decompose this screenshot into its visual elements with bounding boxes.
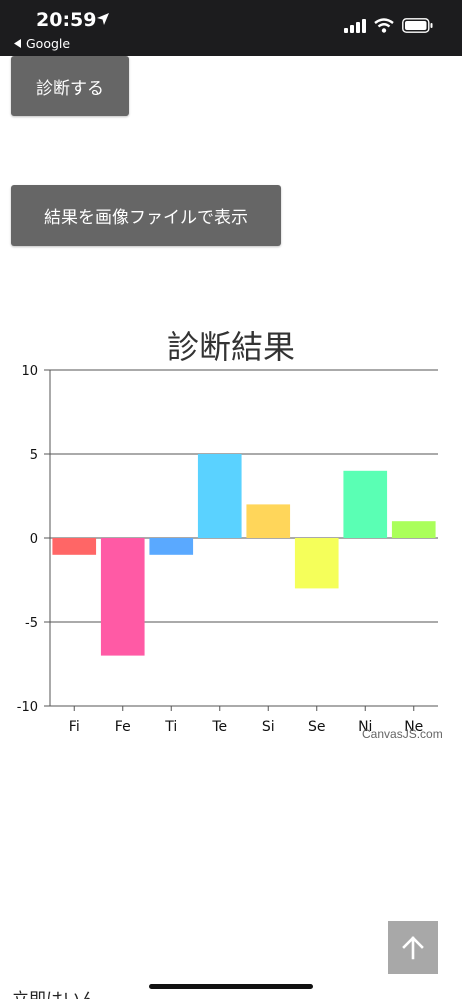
x-tick-label: Ti: [164, 719, 177, 735]
status-indicators: [344, 18, 434, 33]
x-tick-label: Si: [262, 719, 275, 735]
bar-fi: [52, 538, 97, 555]
bar-si: [246, 504, 291, 538]
y-tick-label: 0: [30, 532, 38, 547]
bar-te: [197, 454, 242, 538]
home-indicator[interactable]: [149, 984, 313, 989]
bar-fe: [100, 538, 145, 656]
bar-se: [294, 538, 339, 589]
partial-footer-text: 立即はいん: [12, 990, 97, 999]
back-link-label: Google: [26, 36, 71, 51]
y-tick-label: -10: [17, 700, 38, 715]
diagnose-button[interactable]: 診断する: [11, 56, 129, 116]
x-tick-label: Te: [211, 719, 227, 735]
chart-canvas: 1050-5-10Fi Fe Ti Te Si Se Ni Ne: [17, 364, 438, 735]
scroll-to-top-button[interactable]: [388, 921, 438, 974]
location-arrow-icon: [97, 13, 109, 25]
y-tick-label: 5: [30, 448, 38, 463]
y-tick-label: 10: [21, 364, 38, 379]
chart-credit[interactable]: CanvasJS.com: [362, 727, 443, 741]
status-time: 20:59: [36, 9, 97, 31]
back-to-google-link[interactable]: Google: [14, 36, 70, 51]
bar-ni: [343, 470, 388, 538]
wifi-icon: [374, 18, 394, 33]
y-tick-label: -5: [25, 616, 38, 631]
x-tick-label: Fe: [115, 719, 131, 735]
x-tick-label: Fi: [69, 719, 80, 735]
export-image-button[interactable]: 結果を画像ファイルで表示: [11, 185, 281, 246]
battery-icon: [402, 18, 433, 33]
x-tick-label: Se: [308, 719, 326, 735]
bar-ne: [391, 521, 436, 538]
result-chart: 診断結果 10 5 0 -5 -10 Fi Fe Ti Te Si Se Ni Ne CanvasJS.…: [0, 310, 462, 750]
status-bar: 20:59 Google: [0, 0, 462, 56]
bar-ti: [149, 538, 194, 555]
cellular-signal-icon: [344, 18, 366, 33]
arrow-up-icon: [402, 935, 424, 959]
back-triangle-icon: [14, 39, 21, 48]
